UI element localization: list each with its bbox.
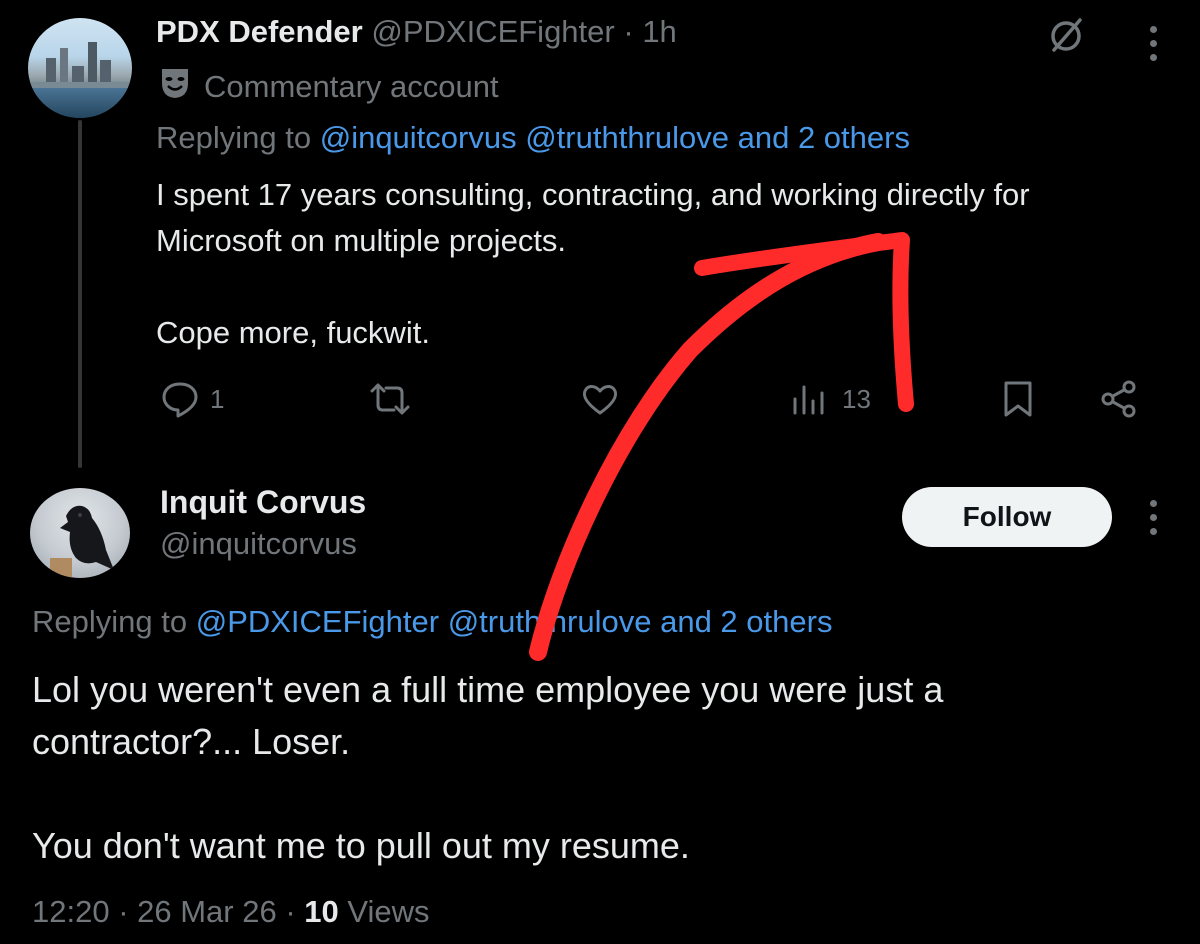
views-count: 13	[842, 383, 871, 414]
avatar-inquit-corvus[interactable]	[30, 488, 130, 578]
tweet-text-line: Microsoft on multiple projects.	[156, 223, 567, 258]
display-name[interactable]: Inquit Corvus	[160, 484, 366, 521]
account-label: Commentary account	[160, 66, 499, 108]
tweet-text-line: You don't want me to pull out my resume.	[32, 825, 690, 866]
replying-targets[interactable]: @inquitcorvus @truththrulove and 2 other…	[320, 120, 910, 155]
heart-icon	[582, 385, 618, 415]
tweet1-header: PDX Defender @PDXICEFighter · 1h	[156, 14, 677, 50]
analytics-icon	[793, 385, 824, 415]
user-handle[interactable]: @inquitcorvus	[160, 526, 357, 562]
tweet-text-line: Lol you weren't even a full time employe…	[32, 669, 944, 710]
user-handle[interactable]: @PDXICEFighter	[371, 14, 614, 49]
views-button[interactable]: 13	[790, 376, 871, 422]
tweet-text-line: contractor?... Loser.	[32, 721, 351, 762]
replying-to: Replying to @inquitcorvus @truththrulove…	[156, 120, 910, 156]
replying-prefix: Replying to	[156, 120, 312, 155]
bookmark-button[interactable]	[998, 376, 1038, 422]
views-label: Views	[347, 894, 430, 929]
display-name[interactable]: PDX Defender	[156, 14, 363, 49]
reply-count: 1	[210, 383, 225, 414]
replying-prefix: Replying to	[32, 604, 188, 639]
account-label-text: Commentary account	[204, 69, 499, 104]
separator-dot: ·	[623, 14, 634, 49]
post-time[interactable]: 1h	[642, 14, 676, 49]
theater-masks-icon	[160, 66, 190, 108]
tweet-text-line: I spent 17 years consulting, contracting…	[156, 177, 1030, 212]
follow-button[interactable]: Follow	[902, 487, 1112, 547]
views-count: 10	[304, 894, 339, 929]
reply-button[interactable]: 1	[160, 376, 224, 422]
tweet2-text: Lol you weren't even a full time employe…	[32, 664, 1152, 872]
repost-button[interactable]	[368, 376, 412, 422]
bookmark-icon	[1004, 381, 1032, 417]
replying-to: Replying to @PDXICEFighter @truththrulov…	[32, 604, 832, 640]
tweet-metadata: 12:20 · 26 Mar 26 · 10 Views	[32, 894, 430, 930]
timestamp[interactable]: 12:20 · 26 Mar 26 ·	[32, 894, 296, 929]
replying-targets[interactable]: @PDXICEFighter @truththrulove and 2 othe…	[196, 604, 833, 639]
like-button[interactable]	[580, 376, 620, 422]
repost-icon	[370, 383, 410, 415]
share-icon	[1101, 380, 1136, 418]
reply-icon	[162, 382, 198, 418]
tweet-text-line: Cope more, fuckwit.	[156, 315, 430, 350]
tweet1-text: I spent 17 years consulting, contracting…	[156, 172, 1166, 356]
more-options-icon[interactable]	[1148, 26, 1158, 61]
share-button[interactable]	[1098, 376, 1140, 422]
thread-connector-line	[78, 120, 82, 468]
more-options-icon[interactable]	[1148, 500, 1158, 535]
grok-icon[interactable]	[1046, 14, 1086, 54]
avatar-pdx-defender[interactable]	[28, 18, 132, 118]
